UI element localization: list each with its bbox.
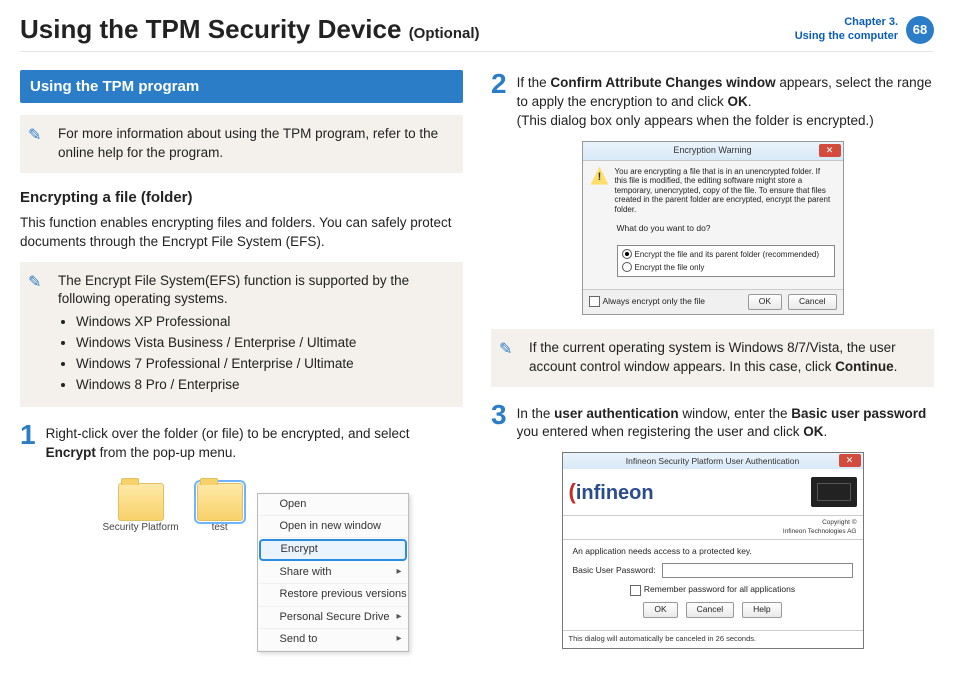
column-left: Using the TPM program ✎ For more informa… <box>20 70 463 649</box>
encrypt-desc: This function enables encrypting files a… <box>20 214 463 252</box>
column-right: 2 If the Confirm Attribute Changes windo… <box>491 70 934 649</box>
info-note-3: ✎ If the current operating system is Win… <box>491 329 934 387</box>
dialog-titlebar: Infineon Security Platform User Authenti… <box>563 453 863 469</box>
os-item: Windows 8 Pro / Enterprise <box>76 376 451 395</box>
folder-icon <box>197 483 243 521</box>
folder-icon <box>118 483 164 521</box>
password-input[interactable] <box>662 563 853 578</box>
ok-button[interactable]: OK <box>643 602 677 618</box>
close-icon[interactable]: ✕ <box>839 454 861 467</box>
os-item: Windows XP Professional <box>76 313 451 332</box>
step-text: In the user authentication window, enter… <box>517 401 934 443</box>
folder-item[interactable]: Security Platform <box>103 483 179 535</box>
title-main: Using the TPM Security Device <box>20 14 401 44</box>
dialog-titlebar: Encryption Warning ✕ <box>583 142 843 161</box>
menu-item-psd[interactable]: Personal Secure Drive <box>258 607 408 629</box>
note2-intro: The Encrypt File System(EFS) function is… <box>58 272 451 310</box>
step-number: 2 <box>491 70 507 131</box>
step-3: 3 In the user authentication window, ent… <box>491 401 934 443</box>
subhead-encrypt: Encrypting a file (folder) <box>20 187 463 208</box>
chapter-line2: Using the computer <box>795 30 898 43</box>
folder-label: test <box>212 521 228 535</box>
radio-option-file-only[interactable]: Encrypt the file only <box>622 261 830 274</box>
menu-item-encrypt[interactable]: Encrypt <box>259 539 407 560</box>
note1-text: For more information about using the TPM… <box>58 126 438 160</box>
step2-note: (This dialog box only appears when the f… <box>517 112 934 131</box>
step-number: 1 <box>20 421 36 463</box>
checkbox-always-encrypt[interactable]: Always encrypt only the file <box>589 296 706 308</box>
auth-message: An application needs access to a protect… <box>573 546 853 558</box>
cancel-button[interactable]: Cancel <box>686 602 734 618</box>
step-2: 2 If the Confirm Attribute Changes windo… <box>491 70 934 131</box>
password-label: Basic User Password: <box>573 565 656 577</box>
step-1: 1 Right-click over the folder (or file) … <box>20 421 463 463</box>
dialog-encryption-warning: Encryption Warning ✕ You are encrypting … <box>582 141 844 315</box>
warning-message: You are encrypting a file that is in an … <box>615 167 835 215</box>
ok-button[interactable]: OK <box>748 294 782 310</box>
menu-item-new-window[interactable]: Open in new window <box>258 516 408 538</box>
menu-item-sendto[interactable]: Send to <box>258 629 408 651</box>
chapter-line1: Chapter 3. <box>795 16 898 29</box>
brand-swirl-icon: ( <box>569 479 576 504</box>
help-button[interactable]: Help <box>742 602 781 618</box>
step-number: 3 <box>491 401 507 443</box>
dialog-question: What do you want to do? <box>617 223 835 235</box>
step-text: Right-click over the folder (or file) to… <box>46 421 463 463</box>
menu-item-share[interactable]: Share with <box>258 562 408 584</box>
os-item: Windows Vista Business / Enterprise / Ul… <box>76 334 451 353</box>
os-item: Windows 7 Professional / Enterprise / Ul… <box>76 355 451 374</box>
cancel-button[interactable]: Cancel <box>788 294 836 310</box>
dialog-title-text: Encryption Warning <box>673 144 751 157</box>
info-note-2: ✎ The Encrypt File System(EFS) function … <box>20 262 463 407</box>
note-icon: ✎ <box>28 125 41 147</box>
context-menu: Open Open in new window Encrypt Share wi… <box>257 493 409 653</box>
title-optional: (Optional) <box>409 25 480 42</box>
page-title: Using the TPM Security Device (Optional) <box>20 14 480 45</box>
close-icon[interactable]: ✕ <box>819 144 841 157</box>
info-note-1: ✎ For more information about using the T… <box>20 115 463 173</box>
auth-footer: This dialog will automatically be cancel… <box>563 630 863 648</box>
radio-option-recommended[interactable]: Encrypt the file and its parent folder (… <box>622 248 830 261</box>
chip-icon <box>811 477 857 507</box>
radio-group: Encrypt the file and its parent folder (… <box>617 245 835 277</box>
dialog-title-text: Infineon Security Platform User Authenti… <box>626 456 799 466</box>
copyright: Copyright © Infineon Technologies AG <box>563 516 863 539</box>
brand-logo: (infineon <box>569 477 654 508</box>
dialog-user-authentication: Infineon Security Platform User Authenti… <box>562 452 864 648</box>
menu-item-restore[interactable]: Restore previous versions <box>258 584 408 606</box>
menu-item-open[interactable]: Open <box>258 494 408 516</box>
figure-context-menu: Security Platform test Open Open in new … <box>97 473 387 565</box>
checkbox-icon <box>630 585 641 596</box>
folder-label: Security Platform <box>103 521 179 535</box>
step-text: If the Confirm Attribute Changes window … <box>517 70 934 131</box>
os-list: Windows XP Professional Windows Vista Bu… <box>58 313 451 395</box>
checkbox-remember[interactable]: Remember password for all applications <box>573 584 853 596</box>
folder-item-selected[interactable]: test <box>197 483 243 535</box>
note-icon: ✎ <box>28 272 41 294</box>
page-number: 68 <box>906 16 934 44</box>
note-icon: ✎ <box>499 339 512 361</box>
radio-icon <box>622 262 632 272</box>
chapter-info: Chapter 3. Using the computer 68 <box>795 16 934 44</box>
section-title: Using the TPM program <box>20 70 463 103</box>
page-header: Using the TPM Security Device (Optional)… <box>20 14 934 52</box>
checkbox-icon <box>589 296 600 307</box>
warning-icon <box>591 167 609 185</box>
radio-icon <box>622 249 632 259</box>
